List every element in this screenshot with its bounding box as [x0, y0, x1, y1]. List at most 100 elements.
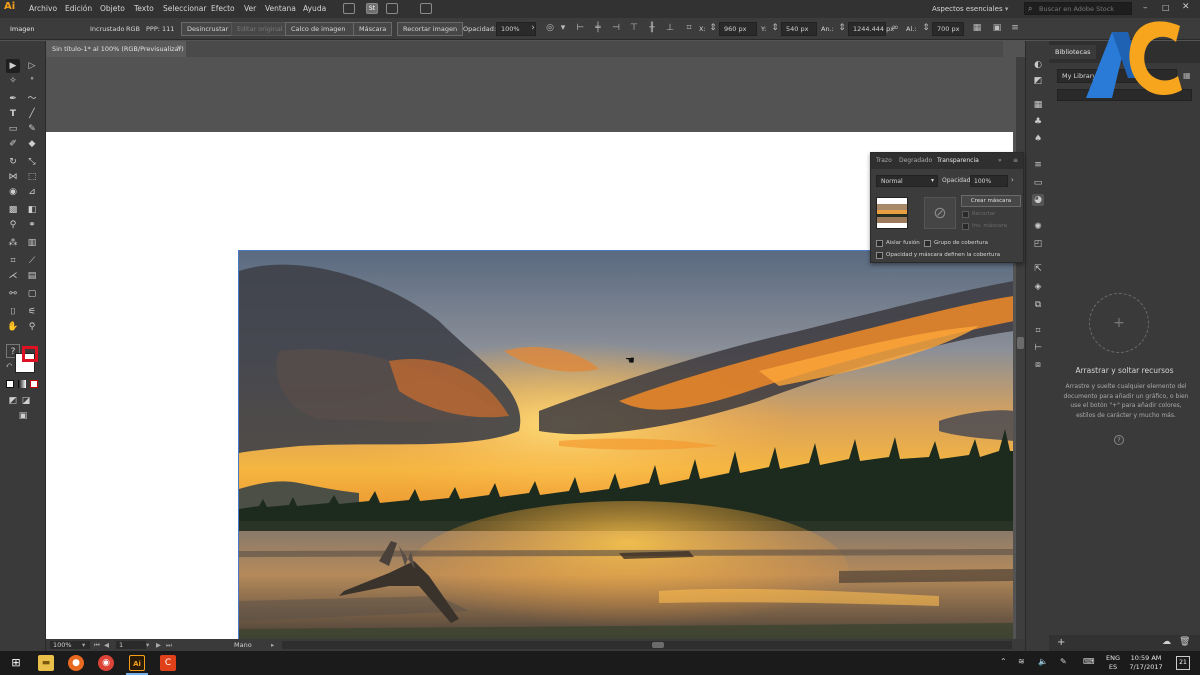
scrollbar-thumb[interactable] — [1017, 337, 1024, 349]
mesh-tool-icon[interactable]: ▩ — [6, 203, 20, 217]
graphic-styles-icon[interactable]: ▣ — [992, 23, 1002, 34]
collapse-panel-icon[interactable]: » — [998, 157, 1002, 164]
rotate-tool-icon[interactable]: ↻ — [6, 155, 20, 169]
line-tool-icon[interactable]: ╱ — [25, 107, 39, 121]
scrollbar-thumb[interactable] — [652, 642, 664, 648]
magic-wand-tool-icon[interactable]: ✧ — [6, 74, 20, 88]
shaper-tool-icon[interactable]: ✐ — [6, 137, 20, 151]
paintbrush-tool-icon[interactable]: ✎ — [25, 122, 39, 136]
eraser-tool-icon[interactable]: ◆ — [25, 137, 39, 151]
slice-select-tool-icon[interactable]: ⚟ — [25, 305, 39, 319]
last-artboard-icon[interactable]: ⏭ — [166, 641, 172, 650]
menu-edicion[interactable]: Edición — [65, 4, 92, 13]
camtasia-icon[interactable]: C — [160, 655, 176, 671]
graphic-styles-icon[interactable]: ◰ — [1032, 238, 1044, 250]
opacity-field[interactable]: 100% — [970, 175, 1008, 187]
panel-menu-icon[interactable]: ≡ — [1013, 157, 1018, 164]
chevron-down-icon[interactable]: ▾ — [146, 641, 149, 649]
stroke-swatch[interactable] — [22, 346, 38, 362]
hand-tool-icon[interactable]: ✋ — [6, 320, 20, 334]
arrange-documents-icon[interactable] — [386, 3, 398, 14]
puppet-warp-tool-icon[interactable]: ⚯ — [6, 287, 20, 301]
canvas-area[interactable]: ☚ — [46, 57, 1016, 639]
artboards-icon[interactable]: ⧉ — [1032, 299, 1044, 311]
none-mode-icon[interactable] — [30, 380, 38, 388]
stepper-icon[interactable]: ⇕ — [921, 23, 931, 34]
recolor-icon[interactable]: ◎ — [545, 23, 555, 34]
image-trace-button[interactable]: Calco de imagen▾ — [285, 22, 361, 36]
invert-mask-checkbox[interactable] — [962, 223, 969, 230]
next-artboard-icon[interactable]: ▶ — [156, 641, 161, 649]
cloud-sync-icon[interactable]: ☁ — [1162, 637, 1171, 647]
knife-tool-icon[interactable]: ▢ — [25, 287, 39, 301]
chevron-right-icon[interactable]: › — [528, 23, 538, 34]
align-top-icon[interactable]: ⊤ — [629, 23, 639, 34]
blend-mode-select[interactable]: Normal ▾ — [876, 175, 938, 187]
menu-ayuda[interactable]: Ayuda — [303, 4, 326, 13]
adobe-stock-search[interactable]: ⌕ Buscar en Adobe Stock — [1024, 2, 1132, 15]
mask-button[interactable]: Máscara — [353, 22, 393, 36]
knockout-group-checkbox[interactable] — [924, 240, 931, 247]
menu-seleccionar[interactable]: Seleccionar — [163, 4, 206, 13]
help-icon[interactable]: ? — [1114, 435, 1124, 445]
gradient-panel-icon[interactable]: ▭ — [1032, 177, 1044, 189]
library-grid-view-icon[interactable]: ▦ — [1183, 71, 1191, 80]
tab-trazo[interactable]: Trazo — [876, 157, 892, 164]
no-mask-icon[interactable]: ⊘ — [924, 197, 956, 229]
workspace-switcher[interactable]: Aspectos esenciales ▾ — [928, 2, 1016, 16]
firefox-icon[interactable]: ● — [68, 655, 84, 671]
add-content-icon[interactable]: + — [1057, 637, 1065, 648]
illustrator-taskbar-icon[interactable]: Ai — [129, 655, 145, 671]
prev-artboard-icon[interactable]: ◀ — [104, 641, 109, 649]
asset-export-icon[interactable]: ⇱ — [1032, 263, 1044, 275]
isolate-blending-checkbox[interactable] — [876, 240, 883, 247]
transform-icon[interactable]: ⌗ — [684, 23, 694, 34]
x-field[interactable]: 960 px — [719, 22, 757, 36]
tab-degradado[interactable]: Degradado — [899, 157, 933, 164]
crop-image-button[interactable]: Recortar imagen — [397, 22, 464, 36]
tray-chevron-up-icon[interactable]: ⌃ — [1000, 657, 1007, 666]
file-explorer-icon[interactable]: ▬ — [38, 655, 54, 671]
artboard-number-field[interactable]: 1 — [116, 641, 146, 649]
language-indicator[interactable]: ENG ES — [1106, 654, 1120, 672]
perspective-selection-icon[interactable]: ⋌ — [6, 269, 20, 283]
align-dropdown-icon[interactable]: ▾ — [558, 23, 568, 34]
graph-tool-icon[interactable]: ▥ — [25, 236, 39, 250]
stroke-panel-icon[interactable]: ≡ — [1032, 159, 1044, 171]
menu-ventana[interactable]: Ventana — [265, 4, 296, 13]
height-field[interactable]: 700 px — [932, 22, 964, 36]
width-field[interactable]: 1244.444 px — [848, 22, 894, 36]
crop-tool-icon[interactable]: ⌷ — [6, 305, 20, 319]
gpu-performance-icon[interactable] — [420, 3, 432, 14]
align-panel-icon[interactable]: ⊢ — [1032, 342, 1044, 354]
y-field[interactable]: 540 px — [781, 22, 817, 36]
clip-checkbox[interactable] — [962, 211, 969, 218]
perspective-grid-tool-icon[interactable]: ⊿ — [25, 185, 39, 199]
menu-texto[interactable]: Texto — [134, 4, 154, 13]
lasso-tool-icon[interactable]: ᐤ — [25, 74, 39, 88]
stepper-icon[interactable]: ⇕ — [837, 23, 847, 34]
vertical-scrollbar[interactable] — [1016, 57, 1025, 639]
direct-selection-tool-icon[interactable]: ▷ — [25, 59, 39, 73]
action-center-icon[interactable]: 21 — [1176, 656, 1190, 670]
free-transform-tool-icon[interactable]: ⬚ — [25, 170, 39, 184]
curvature-tool-icon[interactable]: 〜 — [25, 92, 39, 106]
eyedropper-tool-icon[interactable]: ⚲ — [6, 218, 20, 232]
bridge-icon[interactable] — [343, 3, 355, 14]
scale-tool-icon[interactable]: ⤡ — [25, 155, 39, 169]
blend-tool-icon[interactable]: ⚭ — [25, 218, 39, 232]
selection-tool-icon[interactable]: ▶ — [6, 59, 20, 73]
align-hcenter-icon[interactable]: ╪ — [593, 23, 603, 34]
menu-ver[interactable]: Ver — [244, 4, 256, 13]
gradient-mode-icon[interactable] — [18, 380, 26, 388]
maximize-icon[interactable]: □ — [1162, 3, 1170, 12]
add-asset-drop-target[interactable]: + — [1089, 293, 1149, 353]
link-constrain-icon[interactable]: ∞ — [890, 23, 900, 34]
status-menu-icon[interactable]: ▸ — [271, 641, 274, 649]
align-left-icon[interactable]: ⊢ — [575, 23, 585, 34]
align-right-icon[interactable]: ⊣ — [611, 23, 621, 34]
swatches-icon[interactable]: ▦ — [1032, 99, 1044, 111]
volume-icon[interactable]: 🔈 — [1038, 657, 1048, 666]
align-vcenter-icon[interactable]: ╫ — [647, 23, 657, 34]
layers-icon[interactable]: ◈ — [1032, 281, 1044, 293]
